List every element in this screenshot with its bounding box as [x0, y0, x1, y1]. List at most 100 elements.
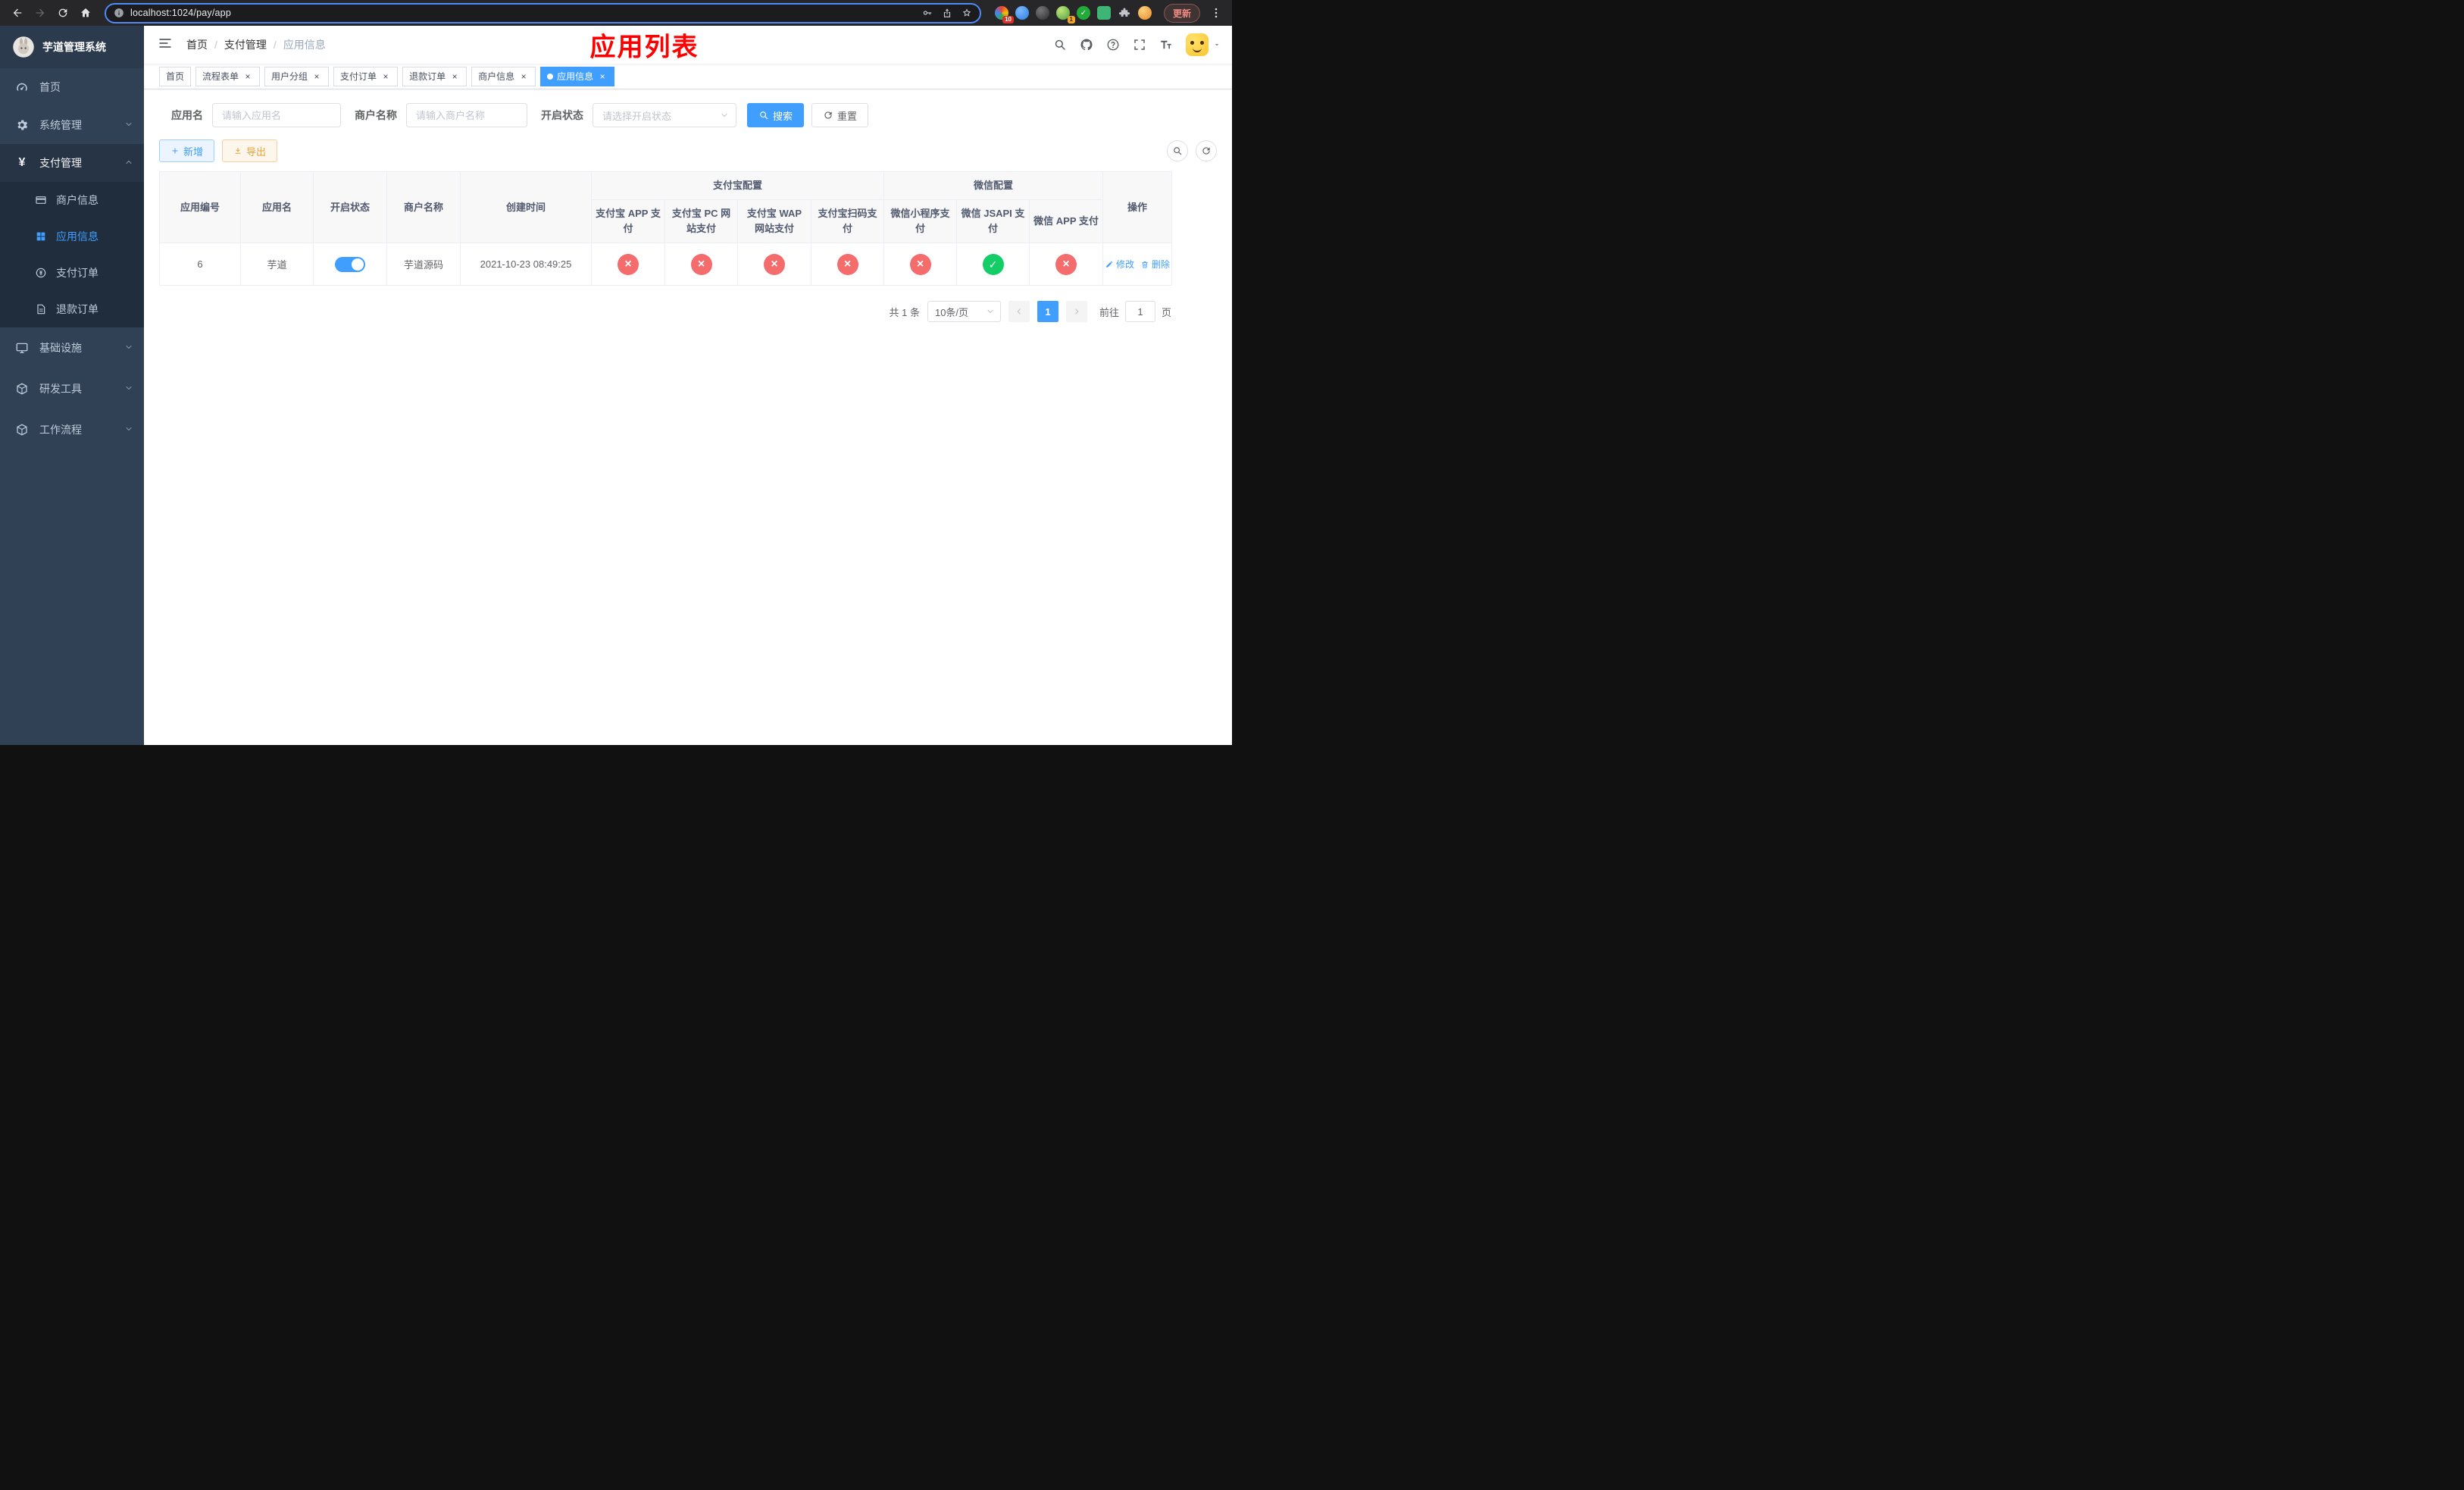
edit-link[interactable]: 修改 [1105, 258, 1134, 271]
sidebar-item-home[interactable]: 首页 [0, 68, 144, 106]
gear-icon [15, 118, 29, 132]
sidebar-item-refund-orders[interactable]: 退款订单 [0, 291, 144, 327]
site-info-icon[interactable] [114, 8, 124, 18]
tags-view-bar: 首页 流程表单 × 用户分组 × 支付订单 × 退款订单 × 商户信息 × 应用信息 × [144, 64, 1232, 89]
goto-page-input[interactable] [1124, 301, 1155, 323]
sidebar-item-workflow[interactable]: 工作流程 [0, 409, 144, 450]
tag-home[interactable]: 首页 [159, 66, 192, 86]
help-icon[interactable] [1106, 38, 1120, 52]
extension-green-avatar-icon[interactable]: 1 [1055, 6, 1075, 23]
extension-colorwheel-icon[interactable]: 10 [994, 6, 1014, 23]
tag-close-icon[interactable]: × [518, 71, 529, 82]
browser-reload-icon[interactable] [53, 3, 73, 23]
toggle-search-button[interactable] [1167, 140, 1188, 161]
browser-toolbar: localhost:1024/pay/app 10 1 ✓ 更新 [0, 0, 1232, 26]
github-icon[interactable] [1080, 38, 1093, 52]
address-bar[interactable]: localhost:1024/pay/app [105, 2, 981, 23]
page-number-1[interactable]: 1 [1037, 301, 1058, 323]
edit-link-label: 修改 [1116, 259, 1135, 271]
tag-label: 流程表单 [202, 71, 239, 82]
tag-close-icon[interactable]: × [449, 71, 460, 82]
app-name-input[interactable] [212, 103, 341, 127]
tag-user-group[interactable]: 用户分组 × [264, 66, 330, 86]
sidebar-item-label: 应用信息 [56, 230, 98, 243]
merchant-name-input[interactable] [406, 103, 527, 127]
tag-close-icon[interactable]: × [311, 71, 322, 82]
search-button[interactable]: 搜索 [747, 103, 805, 127]
page-size-select[interactable]: 10条/页 [927, 301, 1001, 323]
bookmark-star-icon[interactable] [962, 8, 972, 18]
sidebar-item-label: 退款订单 [56, 303, 98, 315]
extension-badge: 10 [1002, 16, 1014, 23]
tag-close-icon[interactable]: × [597, 71, 608, 82]
tag-close-icon[interactable]: × [242, 71, 253, 82]
share-icon[interactable] [942, 8, 952, 18]
sidebar-collapse-icon[interactable] [155, 33, 176, 58]
header-search-icon[interactable] [1053, 38, 1067, 52]
delete-link[interactable]: 删除 [1140, 258, 1170, 271]
tag-process-form[interactable]: 流程表单 × [195, 66, 261, 86]
cell-alipay-qr: × [810, 243, 885, 286]
status-toggle[interactable] [335, 256, 365, 272]
coin-icon [35, 267, 47, 279]
sidebar-item-app-info[interactable]: 应用信息 [0, 218, 144, 255]
browser-forward-icon[interactable] [30, 3, 50, 23]
breadcrumb-payment[interactable]: 支付管理 [224, 37, 267, 52]
browser-update-button[interactable]: 更新 [1163, 3, 1200, 23]
sidebar-item-dev-tools[interactable]: 研发工具 [0, 368, 144, 409]
browser-back-icon[interactable] [8, 3, 27, 23]
prev-page-button[interactable] [1008, 301, 1030, 323]
tag-refund-orders[interactable]: 退款订单 × [402, 66, 467, 86]
extension-dark-sphere-icon[interactable] [1035, 6, 1049, 20]
table-toolbar: 新增 导出 [159, 139, 1217, 162]
status-select[interactable]: 请选择开启状态 [593, 103, 736, 127]
goto-label: 前往 [1099, 306, 1119, 318]
tag-merchant-info[interactable]: 商户信息 × [471, 66, 536, 86]
extension-wechat-devtools-icon[interactable]: ✓ [1076, 6, 1090, 20]
cell-actions: 修改 删除 [1102, 243, 1173, 286]
tag-payment-orders[interactable]: 支付订单 × [333, 66, 399, 86]
browser-menu-dots-icon[interactable] [1208, 6, 1224, 20]
user-avatar[interactable] [1186, 33, 1221, 56]
tag-close-icon[interactable]: × [380, 71, 391, 82]
chevron-down-icon [124, 342, 133, 354]
sidebar-logo[interactable]: 芋道管理系统 [0, 26, 144, 68]
payment-submenu: 商户信息 应用信息 支付订单 退款订单 [0, 182, 144, 327]
sidebar-item-payment-orders[interactable]: 支付订单 [0, 255, 144, 291]
sidebar-item-merchant-info[interactable]: 商户信息 [0, 182, 144, 218]
tag-app-info[interactable]: 应用信息 × [540, 66, 615, 86]
monitor-icon [15, 341, 29, 355]
breadcrumb-home[interactable]: 首页 [186, 37, 208, 52]
add-button[interactable]: 新增 [159, 139, 215, 162]
font-size-icon[interactable] [1159, 38, 1173, 52]
app-title: 芋道管理系统 [42, 41, 106, 53]
sidebar-item-payment[interactable]: ¥ 支付管理 [0, 144, 144, 182]
col-wechat-mini: 微信小程序支付 [883, 199, 958, 244]
sidebar-item-infrastructure[interactable]: 基础设施 [0, 327, 144, 368]
extension-green-chat-icon[interactable] [1096, 6, 1111, 20]
extension-puzzle-icon[interactable] [1118, 6, 1131, 20]
refresh-table-button[interactable] [1196, 140, 1217, 161]
password-key-icon[interactable] [922, 8, 933, 18]
tag-label: 首页 [166, 71, 185, 82]
page-size-value: 10条/页 [934, 306, 969, 318]
sidebar-item-label: 研发工具 [39, 383, 82, 395]
next-page-button[interactable] [1065, 301, 1087, 323]
col-alipay-app: 支付宝 APP 支付 [591, 199, 665, 244]
document-icon [35, 303, 47, 315]
sidebar-item-system[interactable]: 系统管理 [0, 106, 144, 144]
export-button-label: 导出 [246, 146, 267, 158]
reset-button[interactable]: 重置 [811, 103, 869, 127]
export-button[interactable]: 导出 [222, 139, 278, 162]
dashboard-icon [15, 80, 29, 94]
extension-blue-drop-icon[interactable] [1015, 6, 1029, 20]
browser-profile-avatar[interactable] [1137, 6, 1152, 20]
col-app-id: 应用编号 [159, 171, 241, 244]
config-status-badge: × [909, 253, 931, 275]
browser-home-icon[interactable] [76, 3, 95, 23]
chevron-down-icon [124, 383, 133, 395]
pagination-total: 共 1 条 [889, 306, 920, 318]
fullscreen-icon[interactable] [1133, 38, 1146, 52]
table-row: 6 芋道 芋道源码 2021-10-23 08:49:25 × × × × × … [159, 243, 1173, 286]
chevron-up-icon [124, 157, 133, 169]
